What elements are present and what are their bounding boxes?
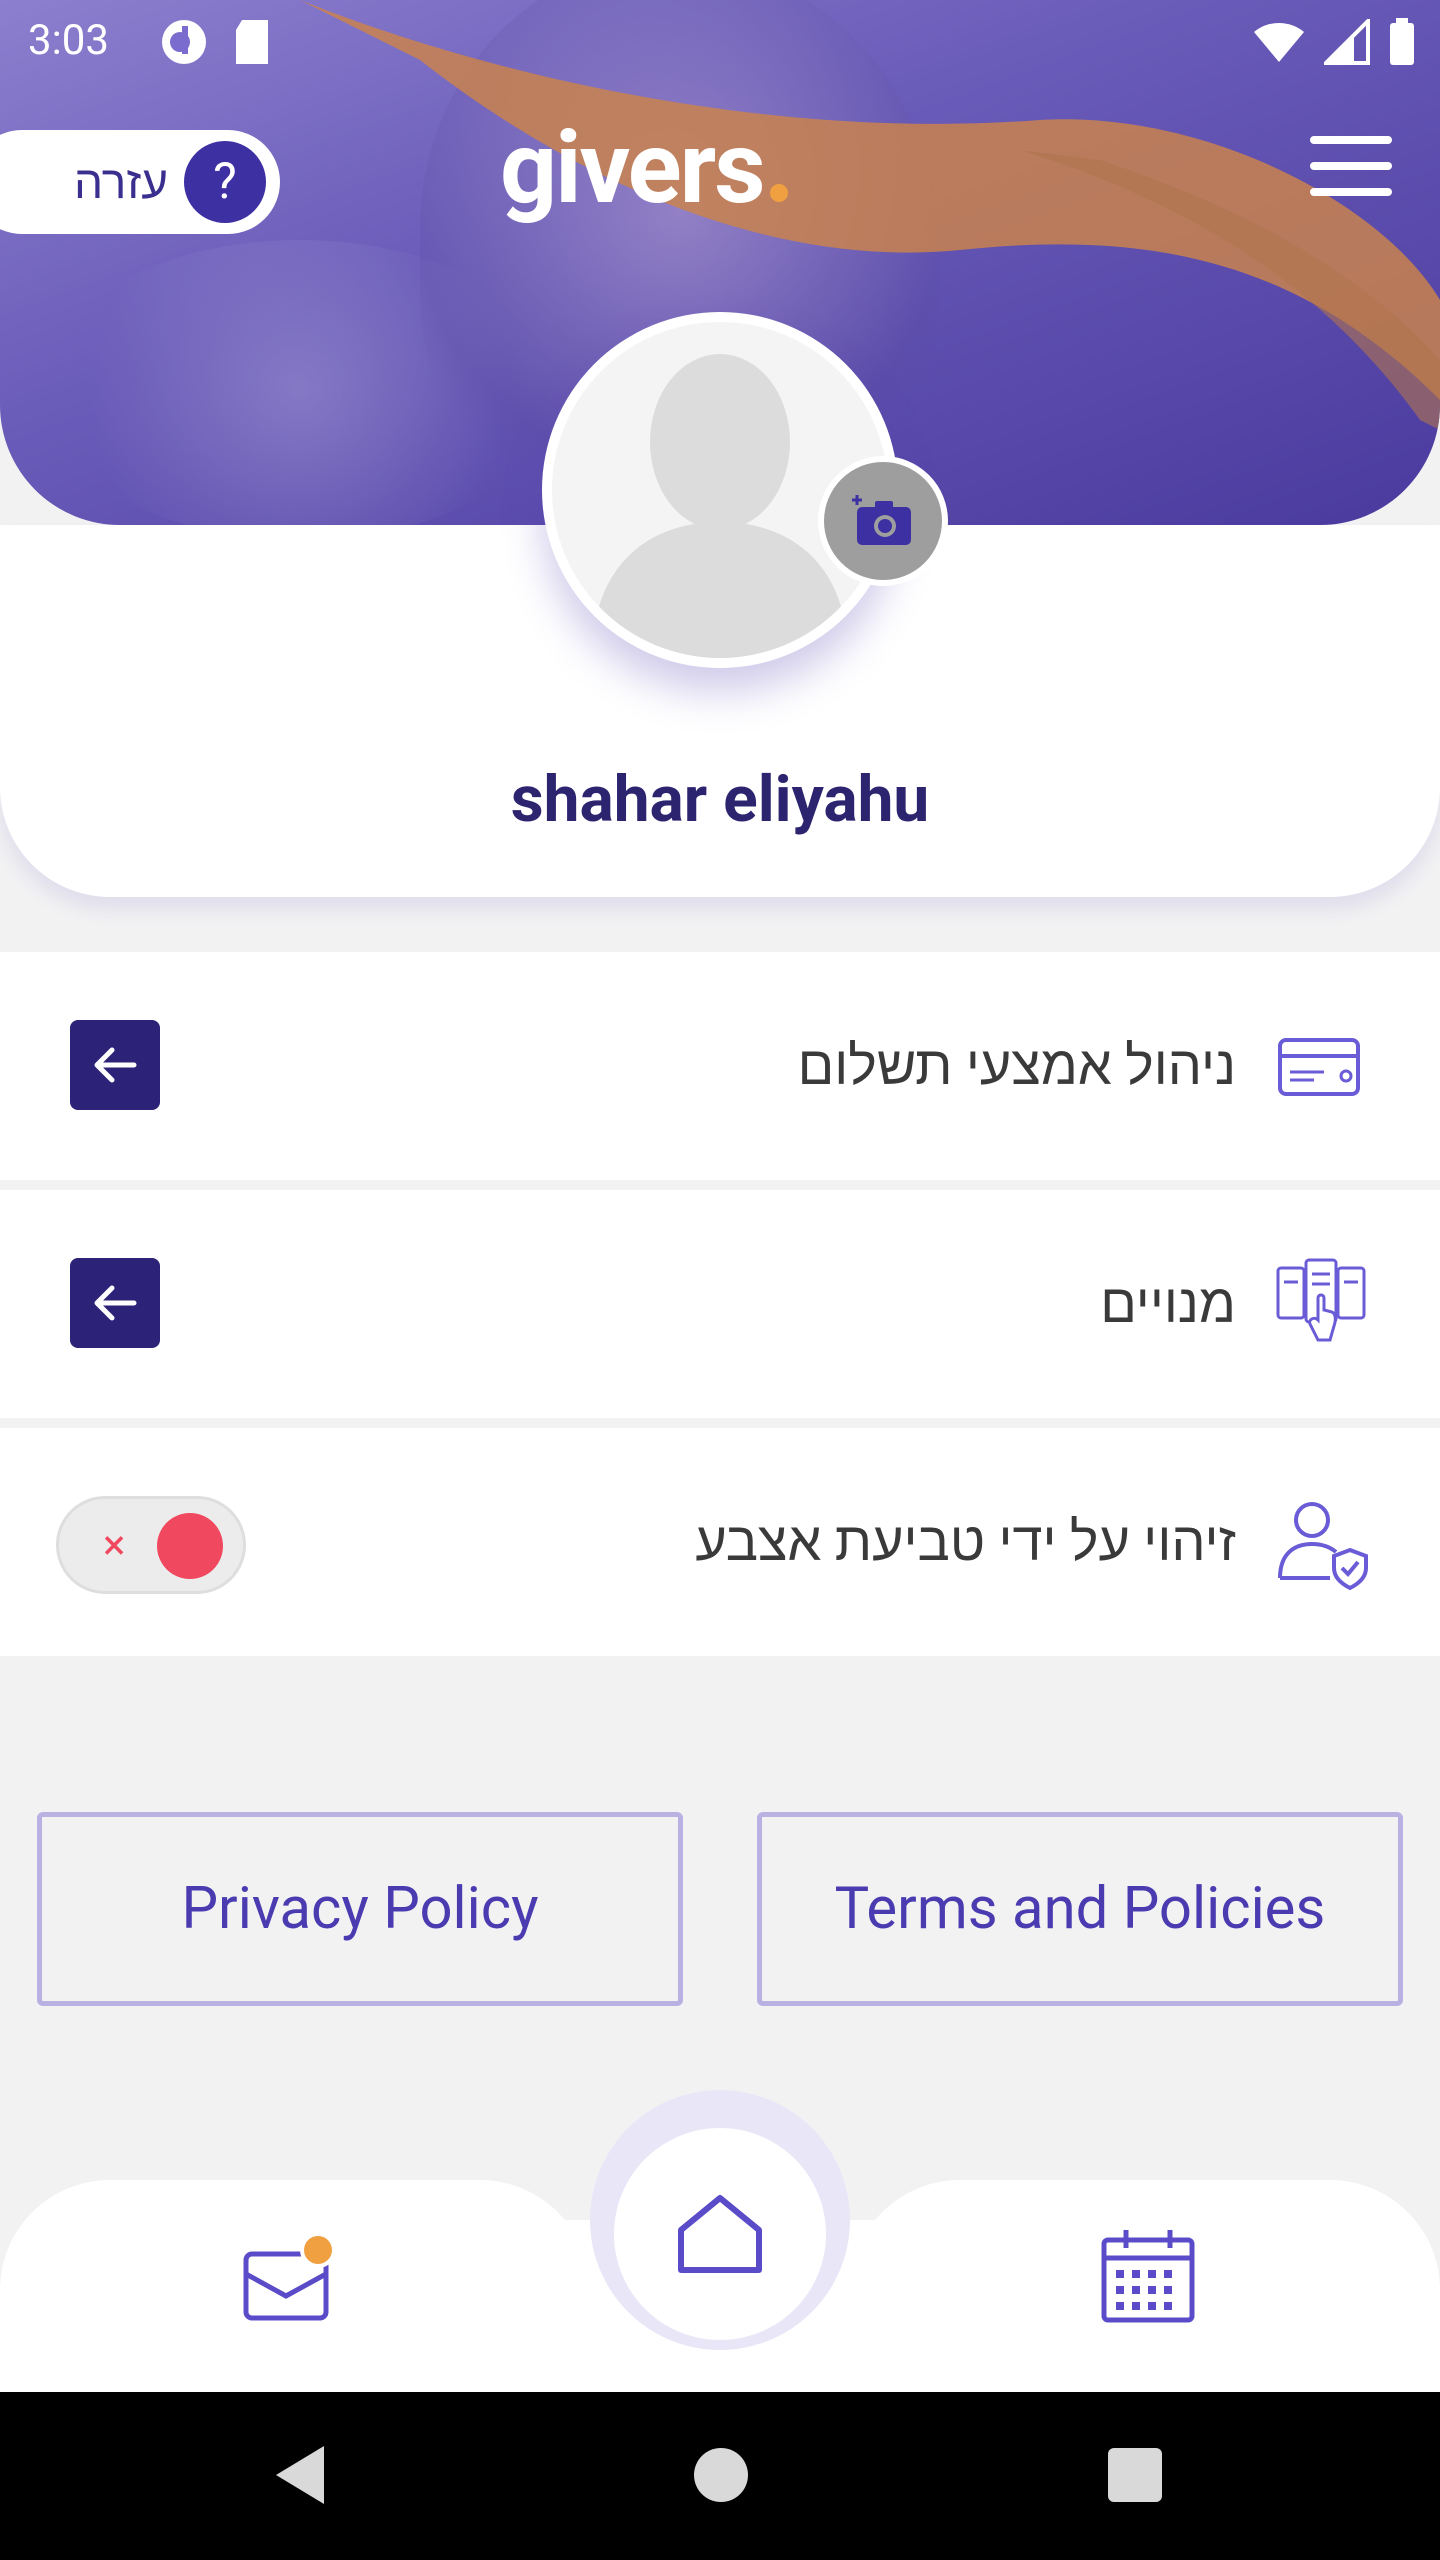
menu-row-subscriptions[interactable]: מנויים	[0, 1190, 1440, 1418]
wifi-icon	[1254, 23, 1304, 62]
menu-row-label: זיהוי על ידי טביעת אצבע	[695, 1510, 1236, 1574]
hamburger-menu-icon[interactable]	[1310, 136, 1392, 196]
menu-row-label: מנויים	[1100, 1272, 1236, 1336]
credit-card-icon	[1278, 1038, 1360, 1096]
menu-row-payment-methods[interactable]: ניהול אמצעי תשלום	[0, 952, 1440, 1180]
terms-and-policies-button[interactable]: Terms and Policies	[757, 1812, 1403, 2006]
home-icon	[678, 2195, 762, 2273]
menu-line	[1310, 136, 1392, 144]
system-navigation-bar	[0, 2392, 1440, 2560]
user-name: shahar eliyahu	[510, 762, 930, 837]
subscriptions-icon	[1276, 1258, 1366, 1342]
menu-line	[1310, 188, 1392, 196]
help-question-icon: ?	[184, 141, 266, 223]
arrow-left-icon	[94, 1285, 137, 1321]
open-subscriptions-button[interactable]	[70, 1258, 160, 1348]
toggle-off-icon: ×	[103, 1521, 126, 1570]
camera-icon	[852, 495, 911, 545]
open-payment-methods-button[interactable]	[70, 1020, 160, 1110]
mail-notification-badge	[300, 2232, 336, 2268]
user-shield-icon	[1278, 1502, 1368, 1591]
help-label: עזרה	[74, 155, 168, 210]
logo-dot	[769, 184, 788, 202]
arrow-left-icon	[94, 1047, 137, 1083]
menu-line	[1310, 162, 1392, 170]
toggle-knob	[157, 1513, 223, 1579]
fingerprint-toggle[interactable]: ×	[56, 1496, 246, 1594]
home-button[interactable]	[614, 2128, 826, 2340]
system-home-icon[interactable]	[694, 2448, 748, 2502]
help-button[interactable]: עזרה ?	[0, 130, 280, 234]
logo-text: givers	[500, 110, 766, 227]
battery-icon	[1390, 18, 1414, 65]
recent-apps-icon[interactable]	[1108, 2448, 1162, 2502]
signal-icon	[1324, 19, 1370, 65]
givers-logo: givers	[500, 110, 788, 227]
status-time: 3:03	[28, 16, 109, 65]
change-photo-button[interactable]	[818, 456, 948, 586]
menu-row-fingerprint-login: זיהוי על ידי טביעת אצבע ×	[0, 1428, 1440, 1656]
notification-app-icon	[162, 20, 206, 64]
status-bar: 3:03	[0, 0, 1440, 84]
sd-card-icon	[236, 20, 268, 64]
menu-row-label: ניהול אמצעי תשלום	[797, 1034, 1236, 1098]
back-icon[interactable]	[270, 2442, 330, 2508]
calendar-icon[interactable]	[1098, 2226, 1198, 2326]
privacy-policy-button[interactable]: Privacy Policy	[37, 1812, 683, 2006]
